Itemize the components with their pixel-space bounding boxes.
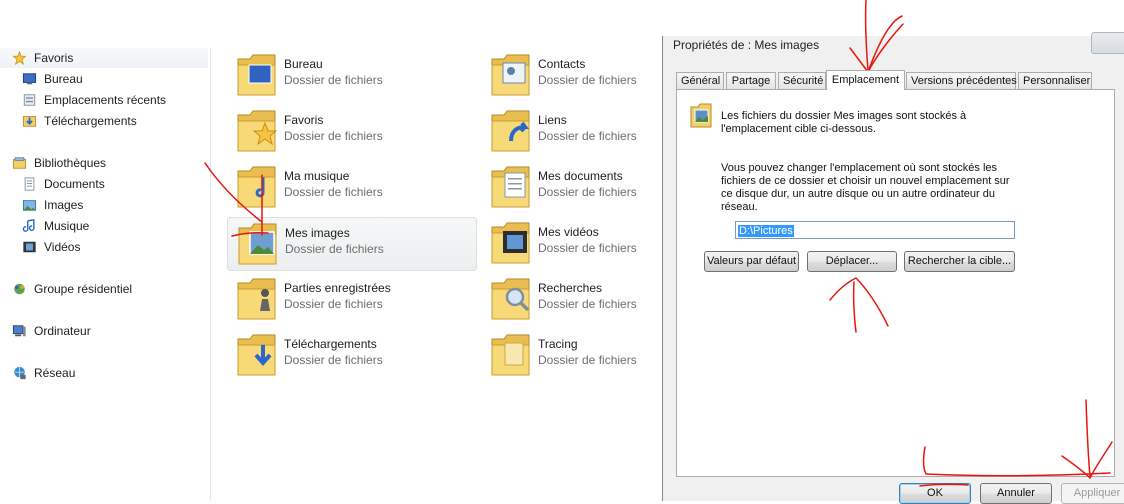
folder-tile[interactable]: Favoris Dossier de fichiers [227,105,475,157]
restore-default-button[interactable]: Valeurs par défaut [704,251,799,272]
nav-homegroup-label: Groupe résidentiel [34,282,133,296]
folder-type: Dossier de fichiers [538,185,637,199]
folder-name: Bureau [284,57,323,71]
folder-name: Contacts [538,57,586,71]
network-icon [14,366,26,380]
nav-network-label: Réseau [34,366,76,380]
properties-dialog: Propriétés de : Mes images Général Parta… [662,32,1124,504]
nav-item-label: Bureau [44,72,83,86]
path-selected-text: D:\Pictures [738,225,794,237]
tab-customize[interactable]: Personnaliser [1018,72,1092,89]
folder-tile[interactable]: Téléchargements Dossier de fichiers [227,329,475,381]
info-text: Les fichiers du dossier Mes images sont … [721,110,967,135]
folder-icon [690,103,712,128]
folder-view: Bureau Dossier de fichiers Contacts Dossier… [211,48,663,501]
star-icon [12,51,27,65]
folder-name: Ma musique [284,169,350,183]
folder-name: Mes vidéos [538,225,599,239]
homegroup-icon [14,283,25,295]
images-icon [22,200,37,211]
tab-panel-location: Les fichiers du dossier Mes images sont … [676,89,1115,477]
folder-icon [237,334,276,376]
nav-item-label: Musique [44,219,90,233]
tab-previous-versions[interactable]: Versions précédentes [906,72,1017,89]
folder-name: Tracing [538,337,578,351]
desktop-icon [22,73,37,85]
nav-favorites-label: Favoris [34,51,74,65]
nav-item-label: Téléchargements [44,114,137,128]
folder-icon [238,223,277,265]
libraries-icon [12,157,27,169]
folder-icon [491,54,530,96]
folder-tile[interactable]: Bureau Dossier de fichiers [227,49,475,101]
contacts-icon [502,62,526,84]
folder-type: Dossier de fichiers [285,242,384,256]
document-icon [504,172,526,198]
nav-computer-label: Ordinateur [34,324,91,338]
folder-icon [491,166,530,208]
film-icon [503,231,527,253]
folder-tile[interactable]: Mes images Dossier de fichiers [227,217,477,271]
computer-icon [12,325,26,337]
tab-security[interactable]: Sécurité [778,72,826,89]
folder-icon [491,278,530,320]
folder-icon [491,110,530,152]
none [504,342,524,366]
folder-type: Dossier de fichiers [284,185,383,199]
close-button[interactable] [1091,32,1124,54]
folder-name: Parties enregistrées [284,281,391,295]
folder-icon [237,166,276,208]
folder-type: Dossier de fichiers [538,353,637,367]
documents-icon [24,177,35,191]
folder-name: Mes images [285,226,350,240]
folder-icon [491,334,530,376]
downloads-icon [22,116,37,127]
folder-icon [237,110,278,152]
folder-tile[interactable]: Ma musique Dossier de fichiers [227,161,475,213]
nav-item-label: Vidéos [44,240,81,254]
nav-item-label: Documents [44,177,105,191]
tab-general[interactable]: Général [676,72,724,89]
location-path-input[interactable]: D:\Pictures [735,221,1015,239]
folder-icon [491,222,530,264]
nav-item-label: Images [44,198,84,212]
folder-icon [237,54,276,96]
navigation-pane: Favoris Bureau Emplacements récents Télé… [0,48,211,501]
videos-icon [23,241,36,253]
nav-favorites[interactable]: Favoris [0,48,208,68]
find-target-button[interactable]: Rechercher la cible... [904,251,1015,272]
folder-icon [237,278,276,320]
change-location-text: Vous pouvez changer l'emplacement où son… [721,162,1010,213]
folder-type: Dossier de fichiers [284,129,383,143]
folder-tile[interactable]: Parties enregistrées Dossier de fichiers [227,273,475,325]
tab-location[interactable]: Emplacement [826,70,905,90]
folder-type: Dossier de fichiers [284,297,383,311]
folder-type: Dossier de fichiers [284,73,383,87]
folder-type: Dossier de fichiers [538,129,637,143]
folder-name: Téléchargements [284,337,377,351]
folder-type: Dossier de fichiers [538,73,637,87]
nav-item-label: Emplacements récents [44,93,167,107]
move-button[interactable]: Déplacer... [807,251,897,272]
folder-name: Liens [538,113,567,127]
folder-name: Favoris [284,113,324,127]
recent-places-icon [23,94,36,106]
nav-libraries-label: Bibliothèques [34,156,107,170]
desktop-icon [248,64,272,84]
picture-icon [249,231,275,255]
music-icon [22,219,35,232]
folder-name: Mes documents [538,169,623,183]
dialog-title: Propriétés de : Mes images [673,38,820,52]
folder-type: Dossier de fichiers [538,241,637,255]
folder-type: Dossier de fichiers [284,353,383,367]
tab-sharing[interactable]: Partage [726,72,776,89]
folder-type: Dossier de fichiers [538,297,637,311]
folder-name: Recherches [538,281,603,295]
